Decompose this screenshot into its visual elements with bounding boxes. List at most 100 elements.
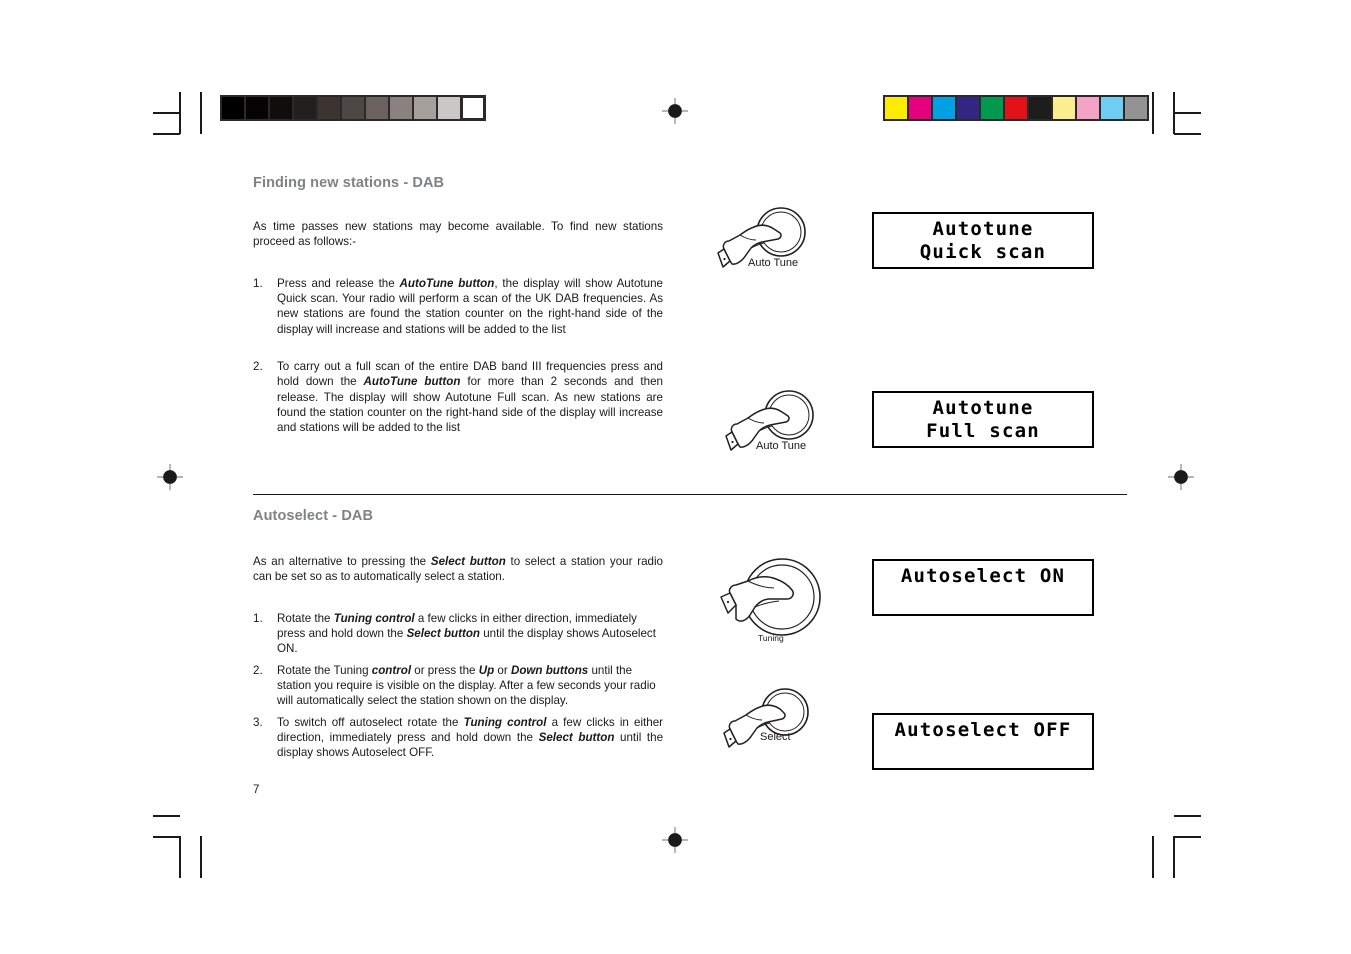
crop-mark-top-left-horizontal [153,133,180,135]
step-text: To switch off autoselect rotate the Tuni… [277,715,663,761]
lcd-display-autotune-full-scan: Autotune Full scan [872,391,1094,448]
color-swatch-9 [1101,97,1123,119]
lcd-line-1: Autoselect OFF [894,719,1072,741]
step-text: To carry out a full scan of the entire D… [277,359,663,436]
section-heading-autoselect: Autoselect - DAB [253,508,374,524]
grayscale-swatch-10 [462,97,484,119]
crop-mark-bottom-right-vertical-inner [1152,836,1154,878]
grayscale-swatch-4 [318,97,340,119]
lcd-display-autotune-quick-scan: Autotune Quick scan [872,212,1094,269]
crop-mark-top-right-vertical-inner [1152,92,1154,134]
crop-mark-top-right-horizontal [1174,133,1201,135]
list-item: 2. To carry out a full scan of the entir… [253,359,663,436]
color-swatch-5 [1005,97,1027,119]
illustration-select-button: Select [723,687,834,752]
grayscale-swatch-0 [222,97,244,119]
grayscale-swatch-1 [246,97,268,119]
crop-mark-bottom-left-horizontal [153,836,180,838]
illustration-auto-tune-1: Auto Tune [717,205,828,275]
crop-mark-top-right-horizontal-outer [1174,112,1201,114]
section-heading-finding-new-stations: Finding new stations - DAB [253,175,445,191]
section-divider [253,494,1127,496]
color-swatch-7 [1053,97,1075,119]
color-swatch-1 [909,97,931,119]
steps-list-finding-new-stations: 1. Press and release the AutoTune button… [253,276,663,436]
color-swatch-4 [981,97,1003,119]
lcd-line-2: Quick scan [919,241,1047,263]
step-text-p3: or [494,663,511,677]
intro-text-pre: As an alternative to pressing the [253,555,431,568]
step-number: 2. [253,663,263,677]
grayscale-calibration-bar [220,95,486,121]
grayscale-swatch-9 [438,97,460,119]
grayscale-swatch-7 [390,97,412,119]
crop-mark-bottom-left-vertical [179,836,181,878]
intro-text-emphasis: Select button [430,555,506,568]
color-swatch-8 [1077,97,1099,119]
grayscale-swatch-6 [366,97,388,119]
lcd-line-1: Autoselect ON [900,565,1066,587]
registration-target-top-center [662,98,688,124]
lcd-line-1: Autotune [932,218,1034,240]
lcd-display-autoselect-off: Autoselect OFF [872,713,1094,770]
step-text-emphasis-2: Up [478,663,495,677]
grayscale-swatch-3 [294,97,316,119]
color-swatch-10 [1125,97,1147,119]
color-swatch-3 [957,97,979,119]
grayscale-swatch-5 [342,97,364,119]
step-text-p1: To switch off autoselect rotate the [277,715,464,729]
crop-mark-bottom-right-horizontal-outer [1174,815,1201,817]
step-text-emphasis-2: Select button [406,626,480,640]
step-text-pre: Press and release the [277,276,400,290]
illustration-label: Select [760,731,791,743]
grayscale-swatch-2 [270,97,292,119]
color-swatch-6 [1029,97,1051,119]
step-text: Rotate the Tuning control or press the U… [277,663,663,709]
step-text: Rotate the Tuning control a few clicks i… [277,611,663,657]
printed-manual-page: Finding new stations - DAB As time passe… [0,0,1351,954]
crop-mark-bottom-right-horizontal [1174,836,1201,838]
step-number: 1. [253,276,263,290]
illustration-auto-tune-2: Auto Tune [725,388,836,458]
step-text: Press and release the AutoTune button, t… [277,276,663,337]
intro-paragraph-finding-new-stations: As time passes new stations may become a… [253,220,663,249]
illustration-label: Auto Tune [748,257,799,269]
step-text-p1: Rotate the [277,611,334,625]
intro-paragraph-autoselect: As an alternative to pressing the Select… [253,554,663,585]
registration-target-middle-right [1168,464,1194,490]
step-text-emphasis-3: Down buttons [510,663,589,677]
step-text-emphasis-1: control [371,663,412,677]
step-number: 2. [253,360,263,374]
crop-mark-bottom-left-vertical-inner [200,836,202,878]
step-text-emphasis-1: Tuning control [463,715,547,729]
illustration-label: Auto Tune [756,440,807,452]
list-item: 2. Rotate the Tuning control or press th… [253,663,663,709]
crop-mark-top-left-vertical-inner [200,92,202,134]
step-text-emphasis-2: Select button [538,731,615,745]
list-item: 1. Press and release the AutoTune button… [253,276,663,337]
list-item: 1. Rotate the Tuning control a few click… [253,611,663,657]
color-swatch-0 [885,97,907,119]
page-number: 7 [253,783,260,796]
lcd-line-1: Autotune [932,397,1034,419]
grayscale-swatch-8 [414,97,436,119]
crop-mark-bottom-right-vertical [1173,836,1175,878]
illustration-label: Tuning [758,633,784,643]
step-number: 3. [253,715,263,729]
lcd-line-2: Full scan [926,420,1040,442]
step-text-p1: Rotate the Tuning [277,663,372,677]
color-calibration-bar [883,95,1149,121]
crop-mark-top-left-horizontal-outer [153,112,180,114]
registration-target-bottom-center [662,827,688,853]
step-number: 1. [253,611,263,625]
step-text-p2: or press the [411,663,479,677]
color-swatch-2 [933,97,955,119]
lcd-display-autoselect-on: Autoselect ON [872,559,1094,616]
step-text-emphasis: AutoTune button [363,375,461,389]
illustration-tuning-control: Tuning [718,555,838,650]
step-text-emphasis: AutoTune button [399,276,495,290]
step-text-emphasis-1: Tuning control [333,611,415,625]
list-item: 3. To switch off autoselect rotate the T… [253,715,663,761]
crop-mark-bottom-left-horizontal-outer [153,815,180,817]
steps-list-autoselect: 1. Rotate the Tuning control a few click… [253,611,663,761]
